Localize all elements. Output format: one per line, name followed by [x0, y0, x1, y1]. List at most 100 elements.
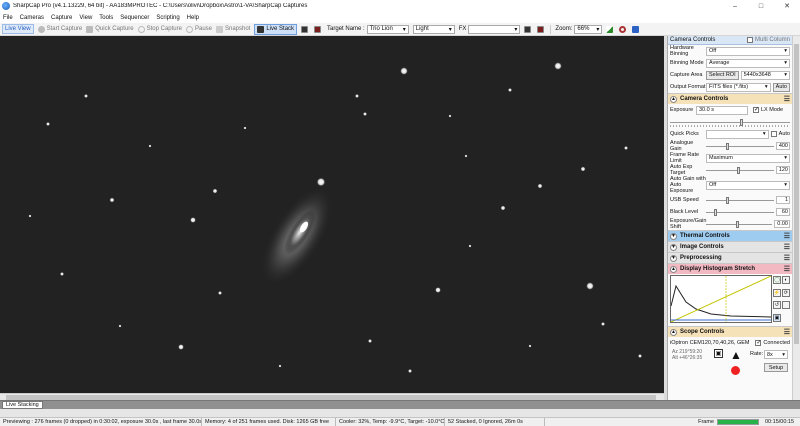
rate-select[interactable]: 8x ▾ [764, 350, 788, 359]
sharpcap-logo-icon [2, 2, 10, 10]
save-icon[interactable]: ▣ [773, 313, 781, 322]
connected-checkbox[interactable] [755, 339, 761, 346]
preprocessing-section[interactable]: ▼ Preprocessing ☰ [668, 252, 792, 263]
quick-picks-select[interactable]: ▾ [706, 129, 769, 139]
red-swatch-button[interactable] [537, 25, 546, 33]
reset-icon[interactable]: ⟳ [782, 288, 790, 297]
capture-area-label: Capture Area [670, 72, 703, 78]
blank-tool-icon[interactable] [782, 301, 790, 309]
hamburger-menu-icon[interactable]: ☰ [784, 254, 790, 262]
hamburger-menu-icon[interactable]: ☰ [784, 95, 790, 103]
multi-column-toggle[interactable]: Multi Column [746, 37, 790, 43]
contrast-icon[interactable]: ◐ [782, 276, 790, 284]
star [363, 112, 367, 116]
auto-gain-select[interactable]: Off ▾ [706, 180, 790, 190]
setup-button[interactable]: Setup [764, 363, 788, 372]
exposure-slider[interactable] [670, 118, 790, 127]
horizontal-scrollbar[interactable] [0, 393, 664, 400]
menu-help[interactable]: Help [187, 15, 199, 21]
slider-knob[interactable] [714, 208, 718, 216]
image-canvas[interactable] [0, 36, 664, 393]
hamburger-menu-icon[interactable]: ☰ [784, 243, 790, 251]
slider-knob[interactable] [736, 166, 740, 174]
start-capture-button[interactable]: Start Capture [37, 25, 82, 33]
display-histogram-section[interactable]: ▲ Display Histogram Stretch ☰ [668, 263, 792, 274]
auto-exposure-checkbox[interactable] [770, 131, 777, 137]
auto-stretch-icon[interactable]: ◯ [773, 276, 781, 284]
slider-knob[interactable] [739, 118, 743, 126]
analogue-gain-input[interactable]: 400 [776, 142, 790, 150]
maximize-button[interactable]: □ [748, 0, 774, 12]
live-stack-button[interactable]: Live Stack [254, 23, 298, 35]
camera-controls-section[interactable]: ▲ Camera Controls ☰ [668, 93, 792, 104]
snapshot-button[interactable]: Snapshot [216, 25, 250, 33]
usb-speed-input[interactable]: 1 [776, 196, 790, 204]
chevron-down-icon: ▾ [784, 72, 787, 78]
slider-knob[interactable] [735, 220, 739, 228]
auto-format-button[interactable]: Auto [772, 82, 790, 92]
menu-tools[interactable]: Tools [99, 15, 113, 21]
capture-area-select[interactable]: 5440x3648 ▾ [740, 70, 790, 80]
menu-file[interactable]: File [3, 15, 13, 21]
histogram-plot[interactable] [670, 275, 772, 323]
select-roi-button[interactable]: Select ROI [706, 70, 739, 80]
auto-exp-target-slider[interactable] [706, 166, 774, 174]
menu-cameras[interactable]: Cameras [20, 15, 44, 21]
auto-exp-target-input[interactable]: 120 [776, 166, 790, 174]
menu-scripting[interactable]: Scripting [156, 15, 179, 21]
black-level-input[interactable]: 60 [776, 208, 790, 216]
slider-knob[interactable] [726, 196, 730, 204]
target-button[interactable] [619, 25, 628, 33]
undo-icon[interactable]: ↺ [773, 301, 781, 309]
scope-controls-section[interactable]: ▲ Scope Controls ☰ [668, 326, 792, 337]
hamburger-menu-icon[interactable]: ☰ [784, 328, 790, 336]
menu-capture[interactable]: Capture [51, 15, 72, 21]
close-button[interactable]: ✕ [774, 0, 800, 12]
lx-mode-label: LX Mode [761, 107, 784, 113]
hamburger-menu-icon[interactable]: ☰ [784, 232, 790, 240]
minimize-button[interactable]: – [722, 0, 748, 12]
lightning-icon[interactable]: ⚡ [773, 288, 781, 297]
zoom-select[interactable]: 66% ▾ [574, 24, 603, 34]
frame-rate-select[interactable]: Maximum ▾ [706, 153, 790, 163]
histogram-button[interactable] [606, 25, 615, 33]
pause-button[interactable]: Pause [185, 25, 212, 33]
exposure-input[interactable]: 30.0 s [696, 105, 748, 115]
move-north-arrow-icon[interactable]: ▲ [730, 348, 742, 362]
stop-capture-button[interactable]: Stop Capture [137, 25, 182, 33]
scrollbar-thumb[interactable] [794, 44, 799, 344]
live-view-button[interactable]: Live View [2, 24, 34, 34]
black-level-slider[interactable] [706, 208, 774, 216]
lx-mode-checkbox[interactable] [753, 106, 759, 113]
scope-pad: Az 219°59:20 Alt +46°26:35 ▣ ▲ Rate: 8x ▾… [668, 348, 792, 377]
menu-view[interactable]: View [79, 15, 92, 21]
binning-mode-select[interactable]: Average ▾ [706, 58, 790, 68]
slider-knob[interactable] [726, 142, 730, 150]
exposure-gain-shift-slider[interactable] [706, 220, 772, 228]
reticle-button[interactable] [314, 25, 323, 33]
histogram-tools: ◯ ◐ ⚡ ⟳ ↺ ▣ [773, 275, 791, 325]
panel-vertical-scrollbar[interactable] [792, 36, 800, 400]
frame-type-select[interactable]: Light ▾ [412, 24, 455, 34]
quick-capture-button[interactable]: Quick Capture [86, 25, 134, 33]
usb-speed-slider[interactable] [706, 196, 774, 204]
menu-sequencer[interactable]: Sequencer [120, 15, 149, 21]
chevron-down-icon: ▾ [402, 26, 406, 33]
output-format-select[interactable]: FITS files (*.fits) ▾ [706, 82, 771, 92]
thermal-controls-section[interactable]: ▼ Thermal Controls ☰ [668, 230, 792, 241]
color-picker-button[interactable] [301, 25, 310, 33]
fx-select[interactable]: ▾ [468, 24, 521, 34]
hardware-binning-select[interactable]: Off ▾ [706, 46, 790, 56]
live-stacking-tab[interactable]: Live Stacking [2, 401, 43, 409]
image-controls-section[interactable]: ▼ Image Controls ☰ [668, 241, 792, 252]
multi-column-checkbox[interactable] [746, 37, 753, 43]
target-name-input[interactable]: Trio Lion ▾ [366, 24, 409, 34]
dark-swatch-button[interactable] [524, 25, 533, 33]
analogue-gain-slider[interactable] [706, 142, 774, 150]
exposure-gain-shift-input[interactable]: 0.00 [774, 220, 790, 228]
hamburger-menu-icon[interactable]: ☰ [784, 265, 790, 273]
tools-button[interactable] [632, 25, 641, 33]
star [46, 122, 50, 126]
stop-slew-icon[interactable] [731, 366, 740, 375]
park-icon[interactable]: ▣ [714, 349, 723, 358]
